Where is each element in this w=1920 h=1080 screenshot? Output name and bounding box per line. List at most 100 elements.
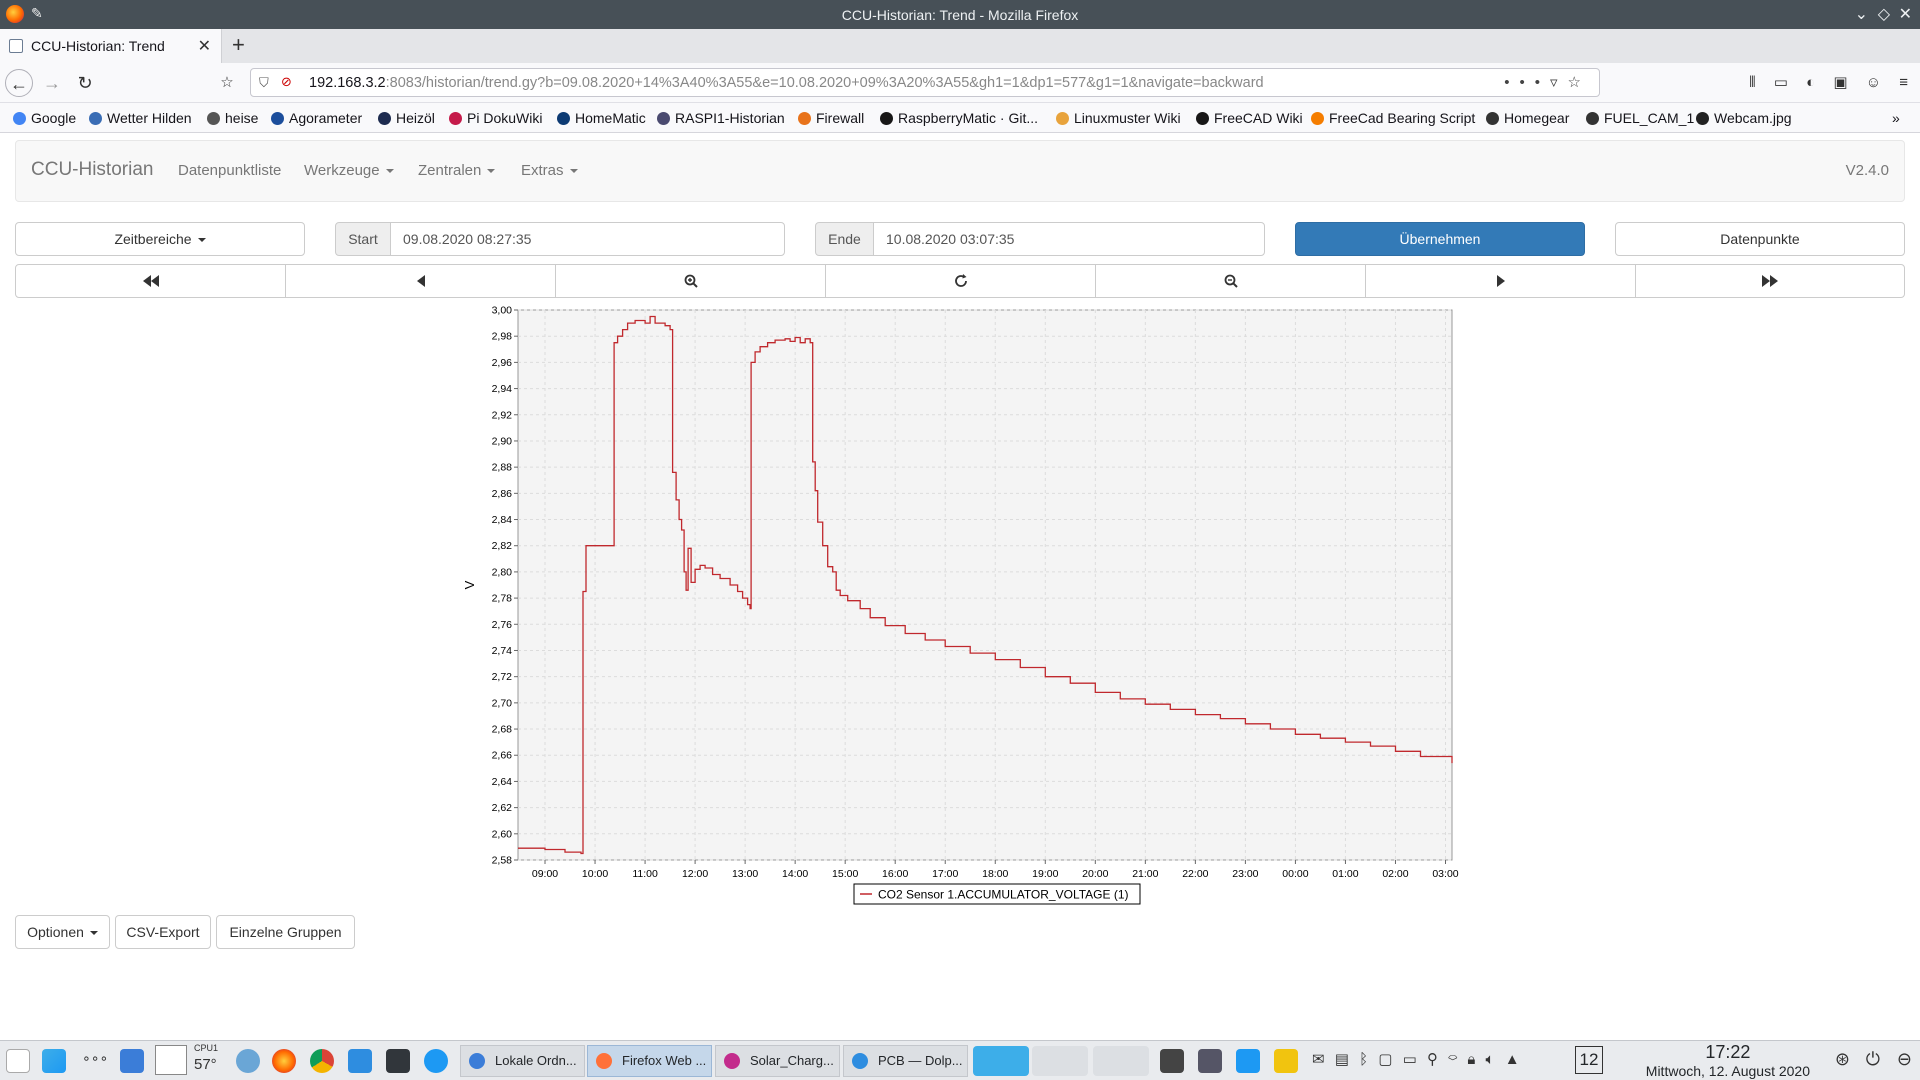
bookmark-item[interactable]: HomeMatic	[557, 110, 646, 126]
forward-icon[interactable]: →	[38, 69, 66, 97]
power-icon[interactable]: ⏻	[1866, 1049, 1880, 1070]
menu-werkzeuge[interactable]: Werkzeuge	[304, 162, 394, 179]
refresh-icon	[954, 274, 967, 287]
y-tick-label: 2,84	[492, 514, 513, 526]
globe-icon[interactable]	[236, 1049, 260, 1073]
taskbar-task[interactable]: PCB — Dolp...	[843, 1045, 968, 1077]
menu-extras[interactable]: Extras	[521, 162, 578, 179]
menu-zentralen[interactable]: Zentralen	[418, 162, 496, 179]
apply-button[interactable]: Übernehmen	[1295, 222, 1585, 256]
toolbar-icons[interactable]: ⫴ ▭ ◐ ▣ ☺ ≡	[1749, 73, 1908, 91]
ende-input[interactable]: 10.08.2020 03:07:35	[873, 222, 1265, 256]
backward-button[interactable]	[285, 264, 556, 298]
bookmark-star-icon[interactable]: ☆	[213, 69, 241, 97]
bookmark-item[interactable]: Heizöl	[378, 110, 435, 126]
insecure-lock-icon[interactable]: ⊘	[281, 74, 292, 90]
activities-icon[interactable]	[6, 1049, 30, 1073]
bookmark-item[interactable]: Wetter Hilden	[89, 110, 192, 126]
bookmark-favicon-icon	[557, 112, 570, 125]
pager-desktop-3[interactable]	[1093, 1046, 1149, 1076]
pager-desktop-1[interactable]	[973, 1046, 1029, 1076]
bookmark-item[interactable]: RaspberryMatic · Git...	[880, 110, 1038, 126]
bookmark-item[interactable]: Linuxmuster Wiki	[1056, 110, 1181, 126]
y-tick-label: 2,86	[492, 488, 513, 500]
network-app-icon[interactable]	[424, 1049, 448, 1073]
lock-screen-icon[interactable]: ⊛	[1835, 1049, 1850, 1070]
show-desktop-icon[interactable]: ⊖	[1897, 1049, 1912, 1070]
notes-icon[interactable]	[1274, 1049, 1298, 1073]
app-launcher-icon[interactable]	[42, 1049, 66, 1073]
back-icon[interactable]: ←	[5, 69, 33, 97]
url-text[interactable]: 192.168.3.2:8083/historian/trend.gy?b=09…	[309, 75, 1264, 91]
time-navigation	[15, 264, 1905, 298]
bookmark-favicon-icon	[1586, 112, 1599, 125]
refresh-button[interactable]	[825, 264, 1096, 298]
reload-icon[interactable]: ↻	[71, 69, 99, 97]
close-tab-icon[interactable]: ✕	[198, 36, 211, 56]
x-tick-label: 20:00	[1082, 868, 1108, 880]
file-manager-icon[interactable]	[120, 1049, 144, 1073]
pager-desktop-2[interactable]	[1032, 1046, 1088, 1076]
system-monitor-icon[interactable]	[1198, 1049, 1222, 1073]
close-window-icon[interactable]: ✕	[1899, 4, 1912, 24]
start-input[interactable]: 09.08.2020 08:27:35	[390, 222, 785, 256]
calendar-day[interactable]: 12	[1575, 1046, 1603, 1074]
csv-export-button[interactable]: CSV-Export	[115, 915, 211, 949]
bookmark-item[interactable]: Agorameter	[271, 110, 362, 126]
x-tick-label: 15:00	[832, 868, 858, 880]
zoom-out-button[interactable]	[1095, 264, 1366, 298]
bookmark-item[interactable]: FreeCad Bearing Script	[1311, 110, 1475, 126]
forward-button[interactable]	[1365, 264, 1636, 298]
calculator-icon[interactable]	[1160, 1049, 1184, 1073]
bookmark-favicon-icon	[89, 112, 102, 125]
fast-backward-button[interactable]	[15, 264, 286, 298]
menu-datenpunktliste[interactable]: Datenpunktliste	[178, 162, 281, 179]
taskbar-task[interactable]: Lokale Ordn...	[460, 1045, 585, 1077]
ende-label: Ende	[815, 222, 874, 256]
bookmark-item[interactable]: RASPI1-Historian	[657, 110, 785, 126]
maximize-icon[interactable]: ◇	[1878, 4, 1890, 24]
bookmarks-overflow-icon[interactable]: »	[1892, 110, 1900, 126]
bookmark-favicon-icon	[271, 112, 284, 125]
bookmark-label: Wetter Hilden	[107, 110, 192, 126]
tracking-shield-icon[interactable]: ⛉	[259, 75, 269, 91]
app-navbar: CCU-Historian Datenpunktliste Werkzeuge …	[15, 140, 1905, 202]
kde-connect-icon[interactable]	[1236, 1049, 1260, 1073]
minimize-icon[interactable]: ⌄	[1855, 4, 1868, 24]
terminal-icon[interactable]	[386, 1049, 410, 1073]
zoom-in-button[interactable]	[555, 264, 826, 298]
taskbar-task[interactable]: Firefox Web ...	[587, 1045, 712, 1077]
version-label: V2.4.0	[1845, 162, 1889, 179]
bookmark-item[interactable]: Webcam.jpg	[1696, 110, 1792, 126]
einzelne-gruppen-button[interactable]: Einzelne Gruppen	[216, 915, 355, 949]
new-tab-icon[interactable]: +	[232, 32, 245, 58]
bookmark-item[interactable]: FUEL_CAM_1	[1586, 110, 1694, 126]
bookmark-item[interactable]: Pi DokuWiki	[449, 110, 542, 126]
bookmark-item[interactable]: Firewall	[798, 110, 864, 126]
chrome-launcher-icon[interactable]	[310, 1049, 334, 1073]
y-tick-label: 2,58	[492, 855, 513, 867]
dolphin-launcher-icon[interactable]	[348, 1049, 372, 1073]
bookmark-item[interactable]: Homegear	[1486, 110, 1569, 126]
bookmark-favicon-icon	[1696, 112, 1709, 125]
backward-icon	[416, 275, 425, 287]
brand-link[interactable]: CCU-Historian	[31, 159, 153, 181]
browser-tab[interactable]: CCU-Historian: Trend ✕	[0, 29, 222, 63]
url-actions[interactable]: •••▿☆	[1504, 73, 1591, 91]
y-tick-label: 2,80	[492, 566, 513, 578]
datenpunkte-button[interactable]: Datenpunkte	[1615, 222, 1905, 256]
taskbar-task[interactable]: Solar_Charg...	[715, 1045, 840, 1077]
bookmark-item[interactable]: heise	[207, 110, 258, 126]
fast-forward-button[interactable]	[1635, 264, 1905, 298]
zeitbereiche-dropdown[interactable]: Zeitbereiche	[15, 222, 305, 256]
more-icon[interactable]: ∘∘∘	[82, 1050, 108, 1067]
bookmark-item[interactable]: Google	[13, 110, 76, 126]
url-bar[interactable]: ⛉ ⊘ 192.168.3.2:8083/historian/trend.gy?…	[250, 68, 1600, 97]
system-tray[interactable]: ✉ ▤ ᛒ ▢ ▭ ⚲ ⌔ 🔒︎ 🔈︎ ▲	[1312, 1050, 1520, 1068]
bookmark-item[interactable]: FreeCAD Wiki	[1196, 110, 1303, 126]
y-tick-label: 2,68	[492, 724, 513, 736]
fast-forward-icon	[1762, 275, 1778, 287]
firefox-launcher-icon[interactable]	[272, 1049, 296, 1073]
optionen-dropdown[interactable]: Optionen	[15, 915, 110, 949]
clock[interactable]: 17:22 Mittwoch, 12. August 2020	[1646, 1042, 1810, 1079]
